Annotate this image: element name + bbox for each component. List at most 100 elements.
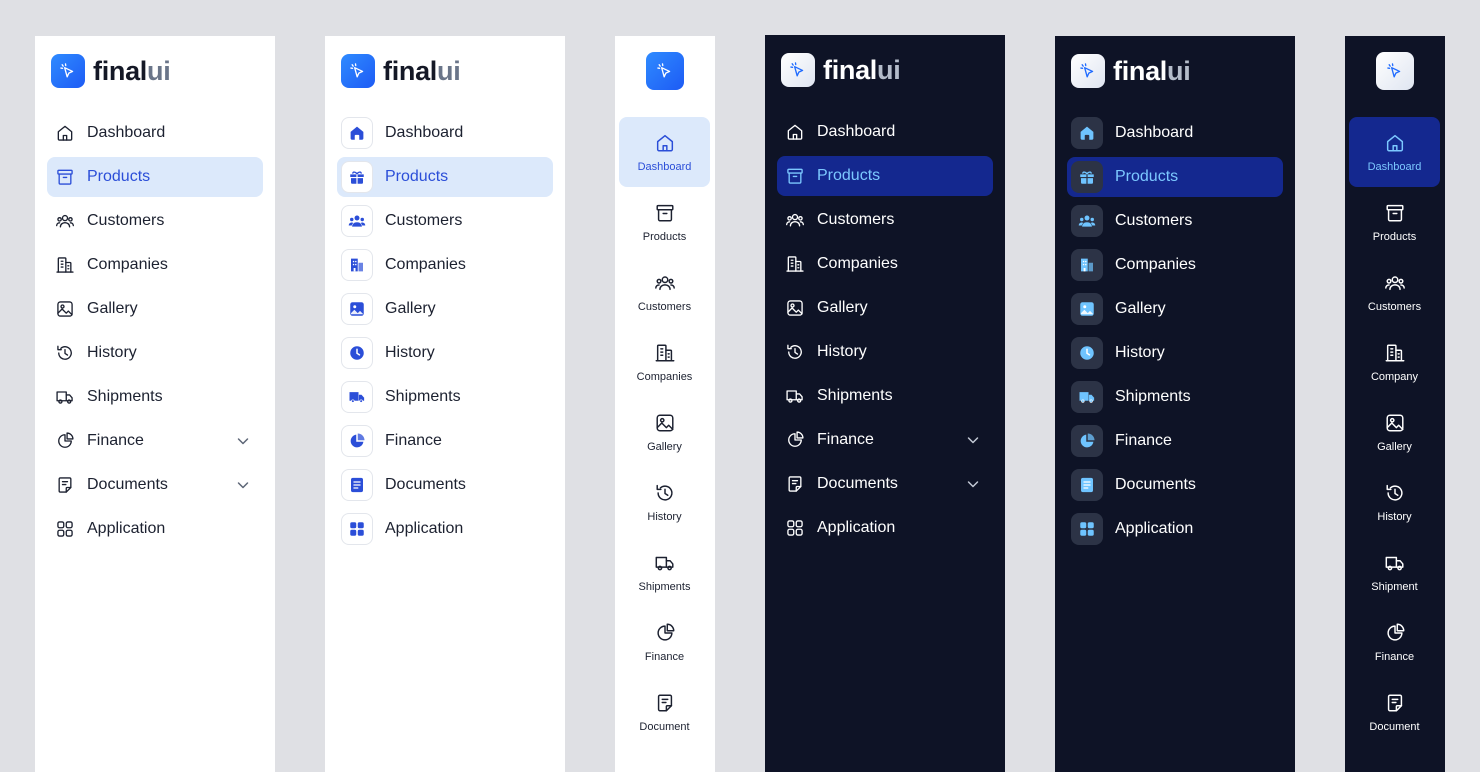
sidebar-item-document[interactable]: Document (1349, 677, 1440, 747)
sidebar-item-label: Shipments (638, 581, 691, 593)
sidebar-item-finance[interactable]: Finance (777, 420, 993, 460)
brand-logo[interactable]: finalui (51, 54, 171, 88)
truck-icon (1071, 381, 1103, 413)
brand-logo[interactable]: finalui (781, 53, 901, 87)
truck-icon (341, 381, 373, 413)
sidebar-item-label: Dashboard (1115, 124, 1194, 141)
home-icon (654, 132, 676, 154)
cursor-logo-icon[interactable] (646, 52, 684, 90)
sidebar-item-history[interactable]: History (1067, 333, 1283, 373)
chevron-down-icon[interactable] (235, 477, 251, 493)
sidebar-item-customers[interactable]: Customers (337, 201, 553, 241)
sidebar-item-gallery[interactable]: Gallery (619, 397, 710, 467)
sidebar-item-label: History (1377, 511, 1412, 523)
sidebar-item-gallery[interactable]: Gallery (1349, 397, 1440, 467)
sidebar-item-shipments[interactable]: Shipments (777, 376, 993, 416)
sidebar-item-application[interactable]: Application (777, 508, 993, 548)
brand-logo[interactable]: finalui (1071, 54, 1191, 88)
sidebar-item-label: Dashboard (817, 123, 896, 140)
sidebar-item-history[interactable]: History (1349, 467, 1440, 537)
sidebar-item-shipment[interactable]: Shipment (1349, 537, 1440, 607)
sidebar-item-company[interactable]: Company (1349, 327, 1440, 397)
sidebar-light-compact: Dashboard Products Customers Companies Galle… (615, 36, 715, 772)
sidebar-item-companies[interactable]: Companies (47, 245, 263, 285)
sidebar-item-dashboard[interactable]: Dashboard (337, 113, 553, 153)
sidebar-item-companies[interactable]: Companies (619, 327, 710, 397)
sidebar-item-document[interactable]: Document (619, 677, 710, 747)
archive-box-icon (654, 202, 676, 224)
users-icon (785, 210, 805, 230)
sidebar-item-shipments[interactable]: Shipments (1067, 377, 1283, 417)
sidebar-item-finance[interactable]: Finance (619, 607, 710, 677)
truck-icon (654, 552, 676, 574)
sidebar-item-label: Documents (1115, 476, 1196, 493)
sidebar-item-dashboard[interactable]: Dashboard (619, 117, 710, 187)
chevron-down-icon[interactable] (965, 476, 981, 492)
grid-icon (1071, 513, 1103, 545)
sidebar-item-gallery[interactable]: Gallery (1067, 289, 1283, 329)
sidebar-item-dashboard[interactable]: Dashboard (1067, 113, 1283, 153)
image-icon (785, 298, 805, 318)
sidebar-item-history[interactable]: History (619, 467, 710, 537)
sidebar-item-finance[interactable]: Finance (337, 421, 553, 461)
sidebar-item-history[interactable]: History (337, 333, 553, 373)
sidebar-item-label: Shipments (87, 388, 163, 405)
sidebar-item-application[interactable]: Application (47, 509, 263, 549)
sidebar-nav: Dashboard Products Customers Companies Galle… (47, 113, 263, 553)
sidebar-item-dashboard[interactable]: Dashboard (1349, 117, 1440, 187)
sidebar-item-label: Gallery (1377, 441, 1412, 453)
sidebar-item-shipments[interactable]: Shipments (337, 377, 553, 417)
sidebar-item-companies[interactable]: Companies (337, 245, 553, 285)
sidebar-item-dashboard[interactable]: Dashboard (777, 112, 993, 152)
cursor-logo-icon[interactable] (1376, 52, 1414, 90)
sidebar-item-customers[interactable]: Customers (1067, 201, 1283, 241)
sidebar-item-gallery[interactable]: Gallery (337, 289, 553, 329)
sidebar-item-products[interactable]: Products (1067, 157, 1283, 197)
chevron-down-icon[interactable] (965, 432, 981, 448)
chevron-down-icon[interactable] (235, 433, 251, 449)
sidebar-item-documents[interactable]: Documents (337, 465, 553, 505)
sidebar-item-finance[interactable]: Finance (1349, 607, 1440, 677)
sidebar-item-label: Application (817, 519, 896, 536)
building-icon (1071, 249, 1103, 281)
document-icon (1071, 469, 1103, 501)
home-icon (1071, 117, 1103, 149)
sidebar-item-label: Application (385, 520, 464, 537)
sidebar-item-documents[interactable]: Documents (777, 464, 993, 504)
pie-chart-icon (1384, 622, 1406, 644)
sidebar-item-label: Gallery (385, 300, 436, 317)
sidebar-item-customers[interactable]: Customers (1349, 257, 1440, 327)
sidebar-item-finance[interactable]: Finance (1067, 421, 1283, 461)
sidebar-item-products[interactable]: Products (337, 157, 553, 197)
sidebar-item-companies[interactable]: Companies (1067, 245, 1283, 285)
sidebar-item-documents[interactable]: Documents (1067, 465, 1283, 505)
sidebar-item-customers[interactable]: Customers (47, 201, 263, 241)
pie-chart-icon (55, 431, 75, 451)
sidebar-item-products[interactable]: Products (47, 157, 263, 197)
sidebar-item-gallery[interactable]: Gallery (47, 289, 263, 329)
brand-name: finalui (93, 56, 171, 86)
sidebar-item-companies[interactable]: Companies (777, 244, 993, 284)
sidebar-item-shipments[interactable]: Shipments (619, 537, 710, 607)
sidebar-item-products[interactable]: Products (777, 156, 993, 196)
sidebar-item-gallery[interactable]: Gallery (777, 288, 993, 328)
sidebar-item-label: Finance (1374, 651, 1415, 663)
sidebar-item-documents[interactable]: Documents (47, 465, 263, 505)
sidebar-item-customers[interactable]: Customers (777, 200, 993, 240)
sidebar-item-application[interactable]: Application (337, 509, 553, 549)
sidebar-item-products[interactable]: Products (619, 187, 710, 257)
sidebar-item-shipments[interactable]: Shipments (47, 377, 263, 417)
sidebar-item-history[interactable]: History (47, 333, 263, 373)
sidebar-item-label: Companies (385, 256, 466, 273)
sidebar-item-dashboard[interactable]: Dashboard (47, 113, 263, 153)
sidebar-dark-boxed: finalui Dashboard Products Customers Compan… (1055, 36, 1295, 772)
sidebar-item-label: Customers (1115, 212, 1193, 229)
sidebar-item-products[interactable]: Products (1349, 187, 1440, 257)
truck-icon (1384, 552, 1406, 574)
sidebar-item-finance[interactable]: Finance (47, 421, 263, 461)
sidebar-item-application[interactable]: Application (1067, 509, 1283, 549)
grid-icon (55, 519, 75, 539)
brand-logo[interactable]: finalui (341, 54, 461, 88)
sidebar-item-customers[interactable]: Customers (619, 257, 710, 327)
sidebar-item-history[interactable]: History (777, 332, 993, 372)
